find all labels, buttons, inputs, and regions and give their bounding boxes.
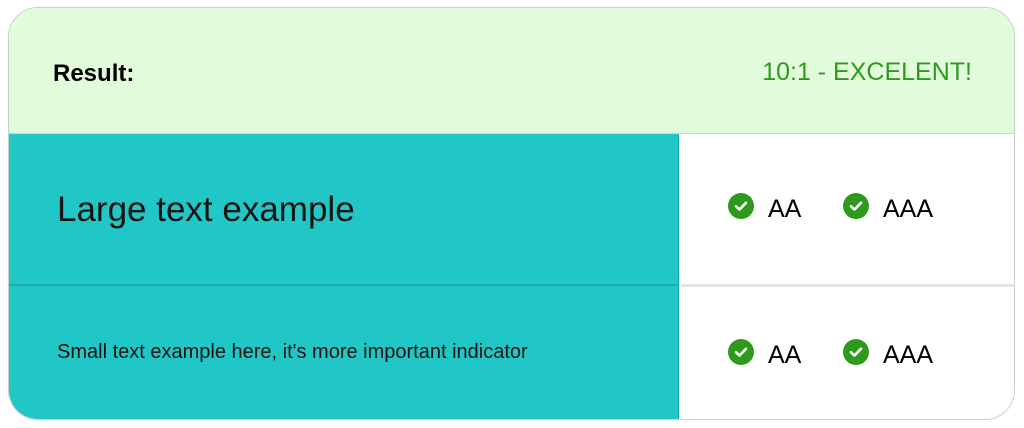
large-text-sample: Large text example — [57, 190, 355, 229]
large-aa-rating: AA — [728, 192, 802, 224]
contrast-ratio-value: 10:1 - EXCELENT! — [762, 58, 972, 86]
check-circle-icon — [843, 338, 869, 365]
result-header: Result: 10:1 - EXCELENT! — [9, 8, 1014, 134]
contrast-result-card: Result: 10:1 - EXCELENT! Large text exam… — [8, 7, 1015, 420]
large-text-preview: Large text example — [9, 134, 679, 284]
small-aaa-rating: AAA — [843, 338, 934, 370]
small-aa-rating: AA — [728, 338, 802, 370]
rating-label: AA — [768, 195, 802, 223]
large-text-ratings: AA AAA — [681, 134, 1014, 284]
rating-label: AAA — [883, 195, 934, 223]
result-label: Result: — [53, 60, 135, 87]
small-text-preview: Small text example here, it's more impor… — [9, 284, 679, 419]
small-text-ratings: AA AAA — [681, 284, 1014, 419]
check-circle-icon — [728, 192, 754, 219]
small-text-sample: Small text example here, it's more impor… — [57, 341, 528, 363]
large-aaa-rating: AAA — [843, 192, 934, 224]
rating-label: AA — [768, 341, 802, 369]
rating-label: AAA — [883, 341, 934, 369]
check-circle-icon — [843, 192, 869, 219]
check-circle-icon — [728, 338, 754, 365]
